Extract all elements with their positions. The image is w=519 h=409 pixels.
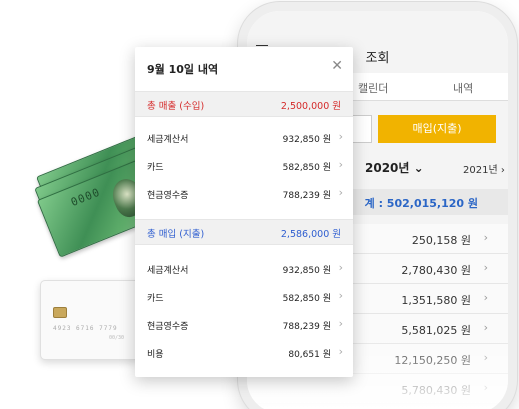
item-name: 비용 (147, 350, 164, 360)
item-amount: 788,239 원 (282, 191, 331, 201)
popup-header: 9월 10일 내역 ✕ (135, 47, 353, 89)
total-amount: 계 : 502,015,120 원 (364, 197, 478, 210)
purchase-total-label: 총 매입 (지출) (147, 229, 205, 240)
purchase-item-expense[interactable]: 비용 80,651 원 › (135, 339, 353, 367)
chevron-right-icon: › (483, 321, 488, 334)
chevron-right-icon: › (500, 165, 505, 176)
chevron-right-icon: › (338, 345, 343, 358)
segment-purchase-button[interactable]: 매입(지출) (378, 115, 496, 143)
item-name: 카드 (147, 294, 164, 304)
popup-title: 9월 10일 내역 (147, 63, 219, 76)
row-amount: 12,150,250 원 (394, 354, 471, 367)
tab-history[interactable]: 내역 (453, 80, 473, 96)
purchase-item-tax-invoice[interactable]: 세금계산서 932,850 원 › (135, 255, 353, 283)
close-icon[interactable]: ✕ (331, 58, 343, 74)
item-amount: 582,850 원 (282, 294, 331, 304)
chevron-right-icon: › (338, 158, 343, 171)
card-chip-icon (53, 307, 67, 318)
card-number: 4923 6716 7779 (53, 325, 118, 332)
item-amount: 932,850 원 (282, 135, 331, 145)
purchase-item-card[interactable]: 카드 582,850 원 › (135, 283, 353, 311)
list-item[interactable]: 5,780,430 원 › (247, 374, 508, 404)
chevron-right-icon: › (483, 231, 488, 244)
item-amount: 80,651 원 (288, 350, 331, 360)
year-current[interactable]: 2020년 ⌄ (365, 159, 424, 176)
item-amount: 582,850 원 (282, 163, 331, 173)
sales-total-value: 2,500,000 원 (280, 101, 341, 112)
item-name: 세금계산서 (147, 266, 189, 276)
row-amount: 5,581,025 원 (401, 324, 471, 337)
credit-card-illustration: 4923 6716 7779 00/30 (40, 280, 140, 360)
purchase-item-cash-receipt[interactable]: 현금영수증 788,239 원 › (135, 311, 353, 339)
chevron-right-icon: › (338, 261, 343, 274)
sales-item-tax-invoice[interactable]: 세금계산서 932,850 원 › (135, 124, 353, 152)
item-amount: 932,850 원 (282, 266, 331, 276)
card-expiry: 00/30 (109, 335, 125, 341)
row-amount: 1,351,580 원 (401, 294, 471, 307)
daily-detail-popup: 9월 10일 내역 ✕ 총 매출 (수입) 2,500,000 원 세금계산서 … (135, 47, 353, 377)
chevron-right-icon: › (483, 261, 488, 274)
chevron-right-icon: › (338, 186, 343, 199)
chevron-right-icon: › (483, 351, 488, 364)
sales-item-card[interactable]: 카드 582,850 원 › (135, 152, 353, 180)
item-name: 현금영수증 (147, 322, 189, 332)
chevron-right-icon: › (483, 291, 488, 304)
sales-item-cash-receipt[interactable]: 현금영수증 788,239 원 › (135, 180, 353, 208)
chevron-right-icon: › (338, 130, 343, 143)
sales-total-label: 총 매출 (수입) (147, 101, 205, 112)
row-amount: 5,780,430 원 (401, 384, 471, 397)
item-name: 세금계산서 (147, 135, 189, 145)
chevron-right-icon: › (338, 289, 343, 302)
row-amount: 250,158 원 (411, 234, 471, 247)
year-next[interactable]: 2021년 › (463, 161, 505, 176)
sales-total-header: 총 매출 (수입) 2,500,000 원 (135, 91, 353, 117)
chevron-down-icon: ⌄ (413, 161, 424, 175)
chevron-right-icon: › (483, 381, 488, 394)
item-name: 현금영수증 (147, 191, 189, 201)
chevron-right-icon: › (338, 317, 343, 330)
row-amount: 2,780,430 원 (401, 264, 471, 277)
banknote-number: 0000 (68, 185, 103, 209)
purchase-total-value: 2,586,000 원 (280, 229, 341, 240)
tab-calendar[interactable]: 캘린더 (358, 80, 388, 96)
item-amount: 788,239 원 (282, 322, 331, 332)
purchase-total-header: 총 매입 (지출) 2,586,000 원 (135, 219, 353, 245)
item-name: 카드 (147, 163, 164, 173)
